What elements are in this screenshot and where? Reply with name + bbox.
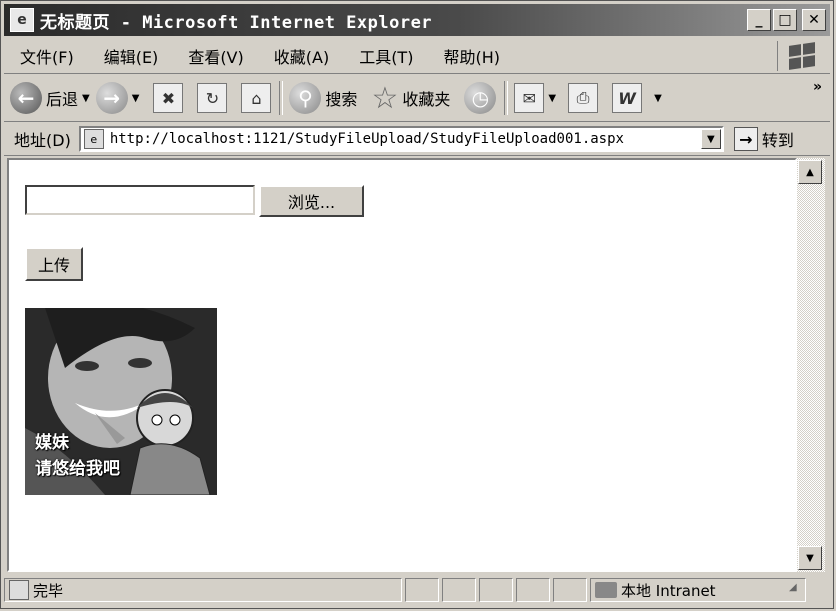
favorites-button[interactable]: ☆ 收藏夹	[371, 81, 450, 116]
upload-button[interactable]: 上传	[25, 247, 83, 281]
maximize-button[interactable]: □	[773, 9, 797, 31]
favorites-label: 收藏夹	[402, 90, 451, 109]
status-text: 完毕	[33, 581, 64, 600]
title-bar[interactable]: e 无标题页 - Microsoft Internet Explorer _ □…	[4, 4, 830, 36]
mail-icon: ✉	[514, 83, 545, 113]
edit-word-button[interactable]: W ▼	[612, 83, 662, 113]
search-button[interactable]: ⚲ 搜索	[289, 82, 357, 114]
home-button[interactable]: ⌂	[241, 83, 272, 113]
go-button[interactable]: → 转到	[733, 127, 794, 151]
address-bar: 地址(D) e http://localhost:1121/StudyFileU…	[4, 123, 830, 156]
toolbar-separator	[504, 81, 509, 115]
resize-grip-icon[interactable]: ◢	[789, 582, 805, 598]
search-label: 搜索	[325, 90, 358, 109]
menu-file[interactable]: 文件(F)	[20, 44, 74, 68]
page-content: 浏览... 上传 媒妹 请悠给我吧	[7, 158, 797, 572]
go-arrow-icon: →	[733, 127, 758, 151]
menu-bar: 文件(F) 编辑(E) 查看(V) 收藏(A) 工具(T) 帮助(H)	[4, 39, 830, 74]
home-icon: ⌂	[241, 83, 272, 113]
forward-button[interactable]: → ▼	[95, 82, 140, 114]
ie-page-icon: e	[10, 8, 34, 32]
browse-button[interactable]: 浏览...	[259, 185, 364, 217]
chevron-down-icon[interactable]: ▼	[700, 129, 721, 149]
back-label: 后退	[46, 90, 79, 109]
refresh-icon: ↻	[197, 83, 228, 113]
window-title: 无标题页 - Microsoft Internet Explorer	[40, 12, 433, 33]
status-cell	[516, 578, 550, 602]
history-icon: ◷	[464, 82, 497, 114]
stop-button[interactable]: ✖	[153, 83, 184, 113]
stop-icon: ✖	[153, 83, 184, 113]
file-path-input[interactable]	[25, 185, 255, 215]
security-zone: 本地 Intranet ◢	[590, 578, 806, 602]
scroll-down-icon[interactable]: ▼	[798, 546, 822, 570]
chevron-down-icon[interactable]: ▼	[654, 93, 662, 104]
status-cell	[405, 578, 439, 602]
zone-text: 本地 Intranet	[621, 581, 716, 600]
go-label: 转到	[761, 131, 794, 150]
image-caption-line1: 媒妹	[35, 433, 69, 453]
browser-window: e 无标题页 - Microsoft Internet Explorer _ □…	[0, 0, 834, 609]
address-label: 地址(D)	[14, 131, 71, 150]
star-icon: ☆	[371, 80, 399, 116]
chevron-down-icon[interactable]: ▼	[548, 93, 556, 104]
toolbar: ← 后退 ▼ → ▼ ✖ ↻ ⌂ ⚲ 搜索 ☆ 收藏夹 ◷ ✉ ▼ ⎙ W ▼ …	[4, 75, 830, 122]
toolbar-separator	[279, 81, 284, 115]
page-icon: e	[83, 129, 104, 149]
word-icon: W	[612, 83, 643, 113]
intranet-icon	[595, 582, 617, 598]
chevron-down-icon[interactable]: ▼	[132, 93, 140, 104]
vertical-scrollbar[interactable]: ▲ ▼	[797, 158, 825, 572]
status-cell	[442, 578, 476, 602]
window-controls: _ □ ✕	[747, 9, 826, 31]
mail-button[interactable]: ✉ ▼	[514, 83, 556, 113]
menu-edit[interactable]: 编辑(E)	[104, 44, 159, 68]
menu-tools[interactable]: 工具(T)	[359, 44, 413, 68]
chevron-down-icon[interactable]: ▼	[82, 93, 90, 104]
uploaded-image: 媒妹 请悠给我吧	[25, 308, 217, 495]
print-button[interactable]: ⎙	[568, 83, 599, 113]
windows-logo-icon	[777, 41, 826, 71]
scroll-up-icon[interactable]: ▲	[798, 160, 822, 184]
refresh-button[interactable]: ↻	[197, 83, 228, 113]
menu-favorites[interactable]: 收藏(A)	[274, 44, 329, 68]
close-button[interactable]: ✕	[802, 9, 826, 31]
search-icon: ⚲	[289, 82, 322, 114]
back-arrow-icon: ←	[10, 82, 42, 114]
toolbar-overflow-icon[interactable]: »	[813, 79, 822, 95]
address-input[interactable]: e http://localhost:1121/StudyFileUpload/…	[78, 126, 724, 152]
page-done-icon	[9, 580, 29, 600]
menu-help[interactable]: 帮助(H)	[443, 44, 500, 68]
print-icon: ⎙	[568, 83, 599, 113]
forward-arrow-icon: →	[95, 82, 128, 114]
back-button[interactable]: ← 后退 ▼	[10, 82, 90, 114]
status-text-panel: 完毕	[4, 578, 402, 602]
minimize-button[interactable]: _	[747, 9, 771, 31]
status-cell	[479, 578, 513, 602]
image-caption-line2: 请悠给我吧	[35, 459, 120, 479]
status-cell	[553, 578, 587, 602]
status-bar: 完毕 本地 Intranet ◢	[4, 576, 830, 604]
history-button[interactable]: ◷	[464, 82, 497, 114]
menu-view[interactable]: 查看(V)	[188, 44, 243, 68]
address-url[interactable]: http://localhost:1121/StudyFileUpload/St…	[110, 131, 624, 147]
